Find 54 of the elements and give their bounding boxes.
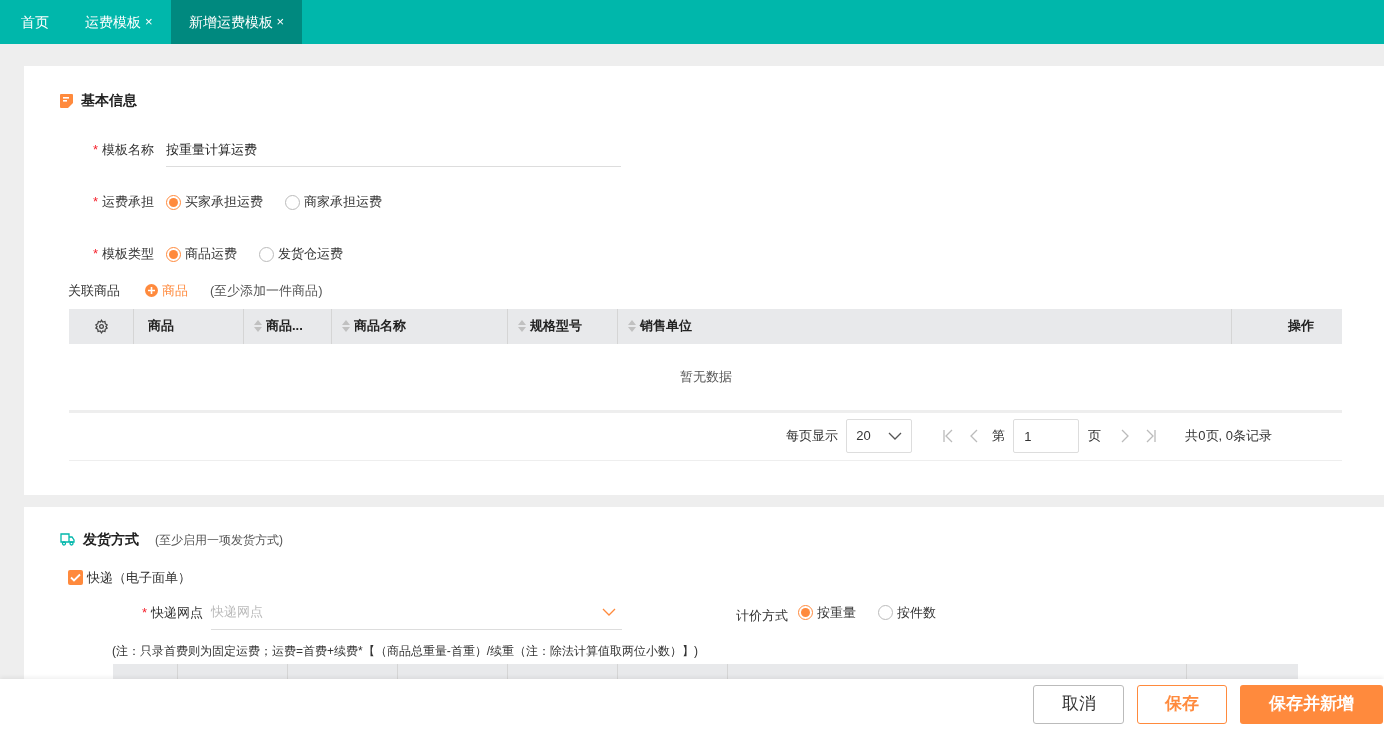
radio-option[interactable]: 商品运费	[166, 244, 237, 264]
radio-option[interactable]: 按重量	[798, 602, 856, 623]
page-size-select[interactable]: 20	[846, 419, 913, 453]
checkbox[interactable]	[68, 570, 83, 586]
sort-icon	[342, 320, 350, 332]
radio-option[interactable]: 商家承担运费	[285, 192, 382, 212]
page-summary: 共0页, 0条记录	[1185, 427, 1272, 446]
checkbox-label: 快递（电子面单）	[87, 569, 191, 587]
chevron-down-icon	[602, 608, 616, 616]
page-number-field[interactable]: 1	[1013, 419, 1080, 453]
chevron-down-icon	[888, 432, 903, 440]
column-header[interactable]: 规格型号	[508, 308, 618, 344]
section-title: 基本信息	[81, 91, 137, 110]
field-label: 关联商品	[68, 282, 120, 300]
hint-text: (至少添加一件商品)	[210, 282, 323, 300]
column-header[interactable]: 商品	[134, 308, 244, 344]
next-page-icon[interactable]	[1121, 429, 1130, 443]
empty-text: 暂无数据	[679, 367, 732, 386]
cancel-button[interactable]: 取消	[1033, 684, 1124, 724]
field-label: 运费承担	[102, 193, 154, 212]
note-text: (注：只录首费则为固定运费；运费=首费+续费*【（商品总重量-首重）/续重（注：除法计算值取两位小数）】)	[112, 642, 699, 660]
page-tab[interactable]: 新增运费模板 ×	[170, 0, 303, 44]
required-mark: *	[92, 193, 98, 212]
required-mark: *	[141, 603, 147, 622]
sort-icon	[254, 320, 262, 332]
column-header[interactable]: 商品名称	[332, 308, 508, 344]
truck-icon	[60, 533, 75, 546]
last-page-icon[interactable]	[1145, 429, 1158, 443]
field-label: 快递网点	[151, 603, 203, 622]
field-label: 模板名称	[102, 141, 154, 160]
field-label: 模板类型	[102, 245, 154, 264]
sort-icon	[518, 320, 526, 332]
field-label: 计价方式	[736, 606, 788, 625]
required-mark: *	[92, 245, 98, 264]
required-mark: *	[92, 141, 98, 160]
column-header[interactable]: 操作	[1232, 308, 1342, 344]
previous-page-icon[interactable]	[970, 429, 979, 443]
radio-option[interactable]: 买家承担运费	[166, 192, 263, 212]
close-icon[interactable]: ×	[276, 12, 285, 32]
page-prefix: 第	[992, 427, 1006, 446]
column-header[interactable]: 商品...	[244, 308, 332, 344]
section-title: 发货方式	[83, 530, 139, 549]
per-page-label: 每页显示	[786, 427, 839, 446]
sort-icon	[628, 320, 636, 332]
settings-icon[interactable]	[93, 318, 109, 334]
column-header[interactable]: 销售单位	[618, 308, 1232, 344]
first-page-icon[interactable]	[942, 429, 955, 443]
plus-circle-icon	[145, 284, 158, 298]
template-name-field[interactable]: 按重量计算运费	[166, 133, 621, 167]
hint-text: (至少启用一项发货方式)	[155, 531, 283, 549]
document-icon	[60, 93, 73, 108]
radio-option[interactable]: 按件数	[878, 602, 936, 623]
radio-option[interactable]: 发货仓运费	[259, 244, 343, 264]
page-suffix: 页	[1088, 427, 1102, 446]
